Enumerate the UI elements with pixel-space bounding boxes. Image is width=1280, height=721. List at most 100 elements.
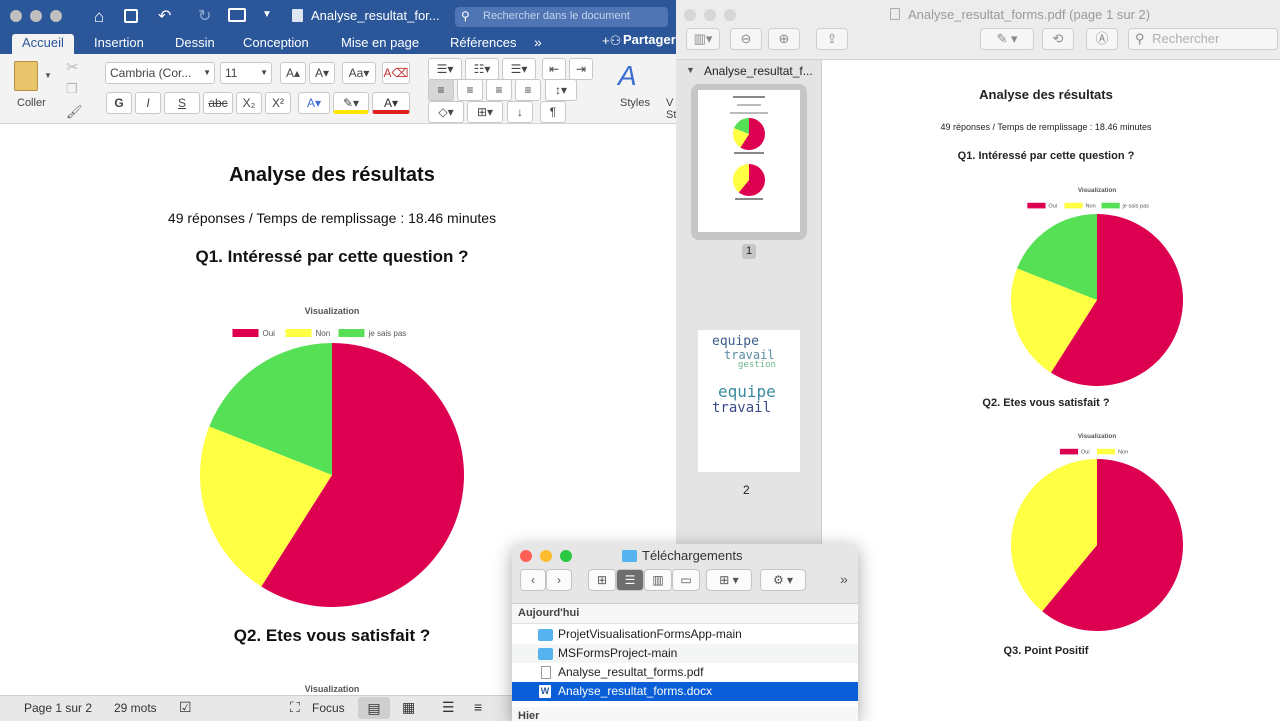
word-search-input[interactable]: Rechercher dans le document [483,10,630,22]
file-row[interactable]: MSFormsProject-main [512,644,858,663]
page-number-2[interactable]: 2 [743,483,750,497]
preview-search-input[interactable]: Rechercher [1152,31,1219,46]
zoom-in-icon[interactable]: ⊕ [768,28,800,50]
italic-button[interactable]: I [135,92,161,114]
zoom-window-button[interactable] [560,550,572,562]
strikethrough-button[interactable]: abc [203,92,233,114]
proofing-icon[interactable]: ☑ [179,699,192,716]
tab-mise-en-page[interactable]: Mise en page [331,34,429,54]
rotate-icon[interactable]: ⟲ [1042,28,1074,50]
subscript-button[interactable]: X₂ [236,92,262,114]
show-formatting-button[interactable]: ¶ [540,101,566,123]
shading-button[interactable]: ◇▾ [428,101,464,123]
page-1-thumbnail[interactable] [698,90,800,232]
web-layout-icon[interactable]: ▦ [402,699,415,716]
styles-label[interactable]: Styles [620,97,650,109]
file-row[interactable]: Analyse_resultat_forms.pdf [512,663,858,682]
more-tabs-icon[interactable]: » [534,34,542,50]
customize-toolbar-icon[interactable]: ▼ [262,9,272,20]
icon-view-icon[interactable]: ⊞ [588,569,616,591]
styles-pane-label[interactable]: V St [666,97,676,121]
tab-dessin[interactable]: Dessin [165,34,225,54]
tab-insertion[interactable]: Insertion [84,34,154,54]
increase-indent-button[interactable]: ⇥ [569,58,593,80]
print-layout-icon[interactable]: ▤ [358,697,390,719]
add-user-icon[interactable]: +⚇ [602,33,621,49]
word-count[interactable]: 29 mots [114,701,157,715]
outline-view-icon[interactable]: ☰ [442,699,455,716]
zoom-window-button[interactable] [50,10,62,22]
draft-view-icon[interactable]: ≡ [474,699,482,715]
highlight-button[interactable]: ✎▾ [333,92,369,114]
tab-references[interactable]: Références [440,34,526,54]
numbering-button[interactable]: ☷▾ [465,58,499,80]
grow-font-button[interactable]: A▴ [280,62,306,84]
shrink-font-button[interactable]: A▾ [309,62,335,84]
superscript-button[interactable]: X² [265,92,291,114]
file-row[interactable]: ProjetVisualisationFormsApp-main [512,625,858,644]
column-view-icon[interactable]: ▥ [644,569,672,591]
back-button[interactable]: ‹ [520,569,546,591]
page-count[interactable]: Page 1 sur 2 [24,701,92,715]
paste-icon[interactable] [14,61,38,91]
paste-label[interactable]: Coller [17,97,46,109]
undo-icon[interactable]: ↶ [158,6,171,26]
text-effects-button[interactable]: A▾ [298,92,330,114]
tab-conception[interactable]: Conception [233,34,319,54]
cut-icon[interactable]: ✂ [66,58,79,76]
page-number-1[interactable]: 1 [742,244,756,259]
markup-pen-icon[interactable]: ✎ ▾ [980,28,1034,50]
format-painter-icon[interactable]: 🖌 [66,104,83,120]
zoom-out-icon[interactable]: ⊖ [730,28,762,50]
list-view-icon[interactable]: ☰ [616,569,644,591]
forward-button[interactable]: › [546,569,572,591]
focus-button[interactable]: Focus [312,701,345,715]
borders-button[interactable]: ⊞▾ [467,101,503,123]
home-icon[interactable]: ⌂ [94,7,104,27]
thumbnail-selection[interactable] [691,84,807,240]
gear-icon[interactable]: ⚙ ▾ [760,569,806,591]
zoom-window-button[interactable] [724,9,736,21]
bold-button[interactable]: G [106,92,132,114]
change-case-button[interactable]: Aa▾ [342,62,376,84]
preview-page-view[interactable]: Analyse des résultats 49 réponses / Temp… [828,60,1280,721]
styles-icon[interactable]: A [618,60,637,92]
gallery-view-icon[interactable]: ▭ [672,569,700,591]
page-2-thumbnail[interactable]: equipe travail gestion equipe travail [698,330,800,472]
align-right-button[interactable]: ≡ [486,79,512,101]
sidebar-toggle-icon[interactable]: ▥▾ [686,28,720,50]
close-window-button[interactable] [520,550,532,562]
save-icon[interactable] [124,9,138,23]
font-color-button[interactable]: A▾ [372,92,410,114]
copy-icon[interactable]: ❐ [66,81,78,97]
tab-accueil[interactable]: Accueil [12,34,74,54]
redo-icon[interactable]: ↻ [198,6,211,26]
minimize-window-button[interactable] [540,550,552,562]
align-center-button[interactable]: ≡ [457,79,483,101]
sort-button[interactable]: ↓ [507,101,533,123]
close-window-button[interactable] [684,9,696,21]
print-icon[interactable] [228,8,246,22]
toolbar-overflow-icon[interactable]: » [840,571,848,587]
word-search-box[interactable]: ⚲ Rechercher dans le document [455,7,668,27]
clear-formatting-button[interactable]: A⌫ [382,62,410,84]
sidebar-document-title[interactable]: Analyse_resultat_f... [704,64,814,78]
decrease-indent-button[interactable]: ⇤ [542,58,566,80]
align-left-button[interactable]: ≡ [428,79,454,101]
minimize-window-button[interactable] [30,10,42,22]
close-window-button[interactable] [10,10,22,22]
paste-dropdown-icon[interactable]: ▼ [44,71,52,80]
focus-icon[interactable]: ⛶ [290,699,300,716]
share-button[interactable]: Partager [623,32,676,47]
preview-search-box[interactable]: ⚲ Rechercher [1128,28,1278,50]
markup-toolbar-icon[interactable]: Ⓐ [1086,28,1118,50]
disclosure-triangle-icon[interactable]: ▼ [686,65,695,75]
line-spacing-button[interactable]: ↕▾ [545,79,577,101]
underline-button[interactable]: S [164,92,200,114]
minimize-window-button[interactable] [704,9,716,21]
font-size-select[interactable]: 11 ▼ [220,62,272,84]
file-row-selected[interactable]: W Analyse_resultat_forms.docx [512,682,858,701]
font-name-select[interactable]: Cambria (Cor... ▼ [105,62,215,84]
justify-button[interactable]: ≡ [515,79,541,101]
bullets-button[interactable]: ☰▾ [428,58,462,80]
